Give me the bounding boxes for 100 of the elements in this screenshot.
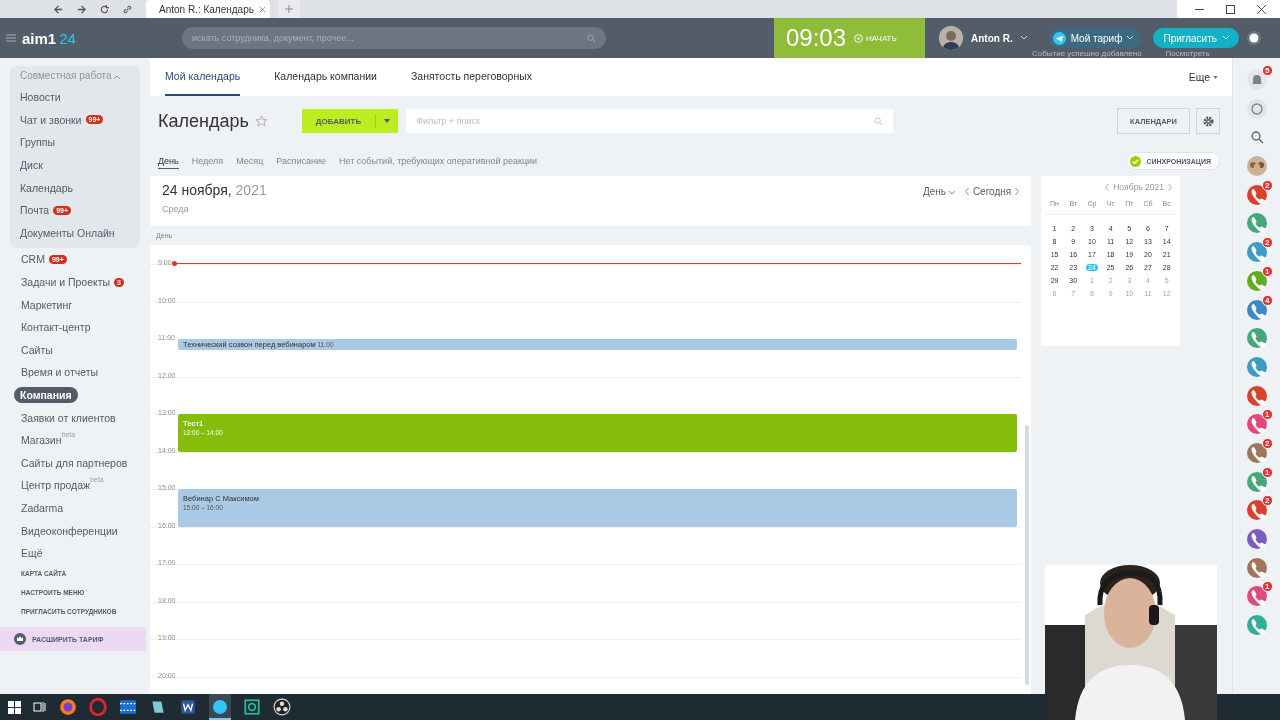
menu-item[interactable]: Компания	[0, 383, 150, 407]
avatar-icon	[939, 26, 963, 50]
call-icon[interactable]	[1246, 270, 1267, 291]
view-tab[interactable]: Неделя	[191, 156, 224, 166]
menu-item[interactable]: Ещё	[0, 541, 150, 565]
caret-icon	[1213, 75, 1218, 79]
tab[interactable]: Занятость переговорных	[410, 58, 532, 96]
call-icon[interactable]	[1246, 299, 1267, 320]
count-badge: 1	[1262, 265, 1273, 277]
call-icon[interactable]	[1246, 328, 1267, 349]
caret-icon	[1020, 36, 1027, 40]
toast-link[interactable]: Посмотреть	[1165, 49, 1210, 58]
opera-icon[interactable]	[89, 698, 107, 716]
link-icon[interactable]	[123, 4, 132, 14]
close-icon[interactable]	[1257, 4, 1266, 14]
call-icon[interactable]	[1246, 385, 1267, 406]
bell-icon[interactable]	[1246, 70, 1267, 90]
count-badge: 2	[1262, 495, 1273, 507]
menu-item[interactable]: Диск	[10, 153, 140, 177]
menu-item[interactable]: Центр продаж$^{beta}$	[0, 474, 150, 497]
word-icon[interactable]	[179, 698, 197, 716]
maximize-icon[interactable]	[1226, 4, 1235, 14]
count-badge: 2	[1262, 237, 1273, 249]
call-icon[interactable]	[1246, 471, 1267, 492]
more-menu[interactable]: Еще	[1188, 58, 1218, 96]
menu-item[interactable]: Магазин$^{beta}$	[0, 428, 150, 452]
timer-clock: 09:03	[786, 24, 847, 52]
reload-icon[interactable]	[100, 4, 109, 14]
play-icon	[854, 33, 864, 43]
count-badge: 5	[1262, 65, 1273, 76]
forward-icon[interactable]	[77, 4, 86, 14]
view-tab[interactable]: Расписание	[276, 156, 326, 166]
call-icon[interactable]	[1246, 557, 1267, 578]
count-badge: 2	[1262, 179, 1273, 191]
menu-item[interactable]: Zadarma	[0, 496, 150, 520]
caret-icon	[1223, 36, 1229, 40]
screen-capture-icon[interactable]	[243, 698, 261, 716]
menu-item[interactable]: Время и отчеты	[0, 361, 150, 384]
menu-item[interactable]: Новости	[10, 86, 140, 109]
call-icon[interactable]	[1246, 586, 1267, 607]
view-tab[interactable]: Месяц	[236, 156, 264, 166]
caret-icon	[1127, 36, 1134, 40]
firefox-icon[interactable]	[59, 698, 77, 716]
chevron-up-icon	[114, 75, 121, 79]
view-tab[interactable]: День	[158, 156, 179, 169]
notepad-icon[interactable]	[149, 698, 167, 716]
count-badge: 4	[1262, 294, 1273, 306]
tab[interactable]: Мой календарь	[165, 58, 241, 96]
caret-icon	[384, 119, 391, 123]
count-badge: 1	[1262, 466, 1273, 478]
add-button[interactable]: ДОБАВИТЬ	[301, 109, 399, 133]
call-icon[interactable]	[1246, 615, 1267, 636]
month-title: Ноябрь 2021	[1113, 182, 1164, 192]
group-avatar-icon[interactable]	[1246, 156, 1267, 177]
notice-text[interactable]: Нет событий, требующих оперативной реакции	[338, 156, 538, 166]
date-heading: 24 ноября, 2021	[162, 182, 267, 198]
chevron-right-icon[interactable]	[1015, 188, 1020, 195]
call-icon[interactable]	[1246, 414, 1267, 435]
call-icon[interactable]	[1246, 242, 1267, 263]
today-button[interactable]: Сегодня	[972, 186, 1012, 197]
menu-item[interactable]: Документы Онлайн	[10, 221, 140, 245]
star-icon[interactable]	[254, 114, 268, 128]
task-view-icon[interactable]	[33, 701, 47, 713]
logo[interactable]: aim1 24	[22, 29, 76, 47]
chevron-left-icon[interactable]	[964, 188, 969, 195]
film-icon[interactable]	[119, 698, 137, 716]
menu-item[interactable]: Календарь	[10, 176, 140, 199]
toast-message: Событие успешно добавлено	[1032, 49, 1142, 58]
settings-button[interactable]	[1196, 108, 1220, 134]
browser-tab[interactable]: Anton R.: Календарь	[146, 0, 270, 18]
menu-item[interactable]: Маркетинг	[0, 293, 150, 316]
menu-item[interactable]: Группы	[10, 131, 140, 154]
count-badge: 1	[1262, 409, 1273, 421]
call-icon[interactable]	[1246, 356, 1267, 377]
user-menu[interactable]: Anton R.	[939, 26, 1027, 50]
view-select[interactable]: День	[923, 186, 955, 197]
count-badge: 2	[1262, 437, 1273, 449]
back-icon[interactable]	[54, 4, 63, 14]
crown-icon	[14, 633, 26, 646]
tab[interactable]: Календарь компании	[274, 58, 377, 96]
call-icon[interactable]	[1246, 500, 1267, 521]
menu-item[interactable]: Заявки от клиентов	[0, 406, 150, 429]
call-icon[interactable]	[1246, 213, 1267, 234]
windows-start-icon[interactable]	[8, 700, 21, 714]
weekday-label: Среда	[162, 204, 190, 214]
menu-item[interactable]: Контакт-центр	[0, 315, 150, 339]
plane-icon	[1052, 31, 1066, 45]
tariff-button[interactable]: Мой тариф	[1048, 28, 1142, 48]
call-icon[interactable]	[1246, 442, 1267, 463]
count-badge: 1	[1262, 581, 1273, 593]
call-icon[interactable]	[1246, 529, 1267, 549]
check-icon	[1130, 155, 1142, 167]
chat-icon[interactable]	[1246, 98, 1267, 119]
obs-icon[interactable]	[273, 698, 291, 716]
call-icon[interactable]	[1246, 184, 1267, 205]
settings-icon	[1202, 115, 1214, 127]
menu-item[interactable]: Сайты	[0, 338, 150, 362]
page-title: Календарь	[158, 110, 249, 132]
menu-item[interactable]: Сайты для партнеров	[0, 451, 150, 475]
menu-item[interactable]: Видеоконференции	[0, 519, 150, 542]
